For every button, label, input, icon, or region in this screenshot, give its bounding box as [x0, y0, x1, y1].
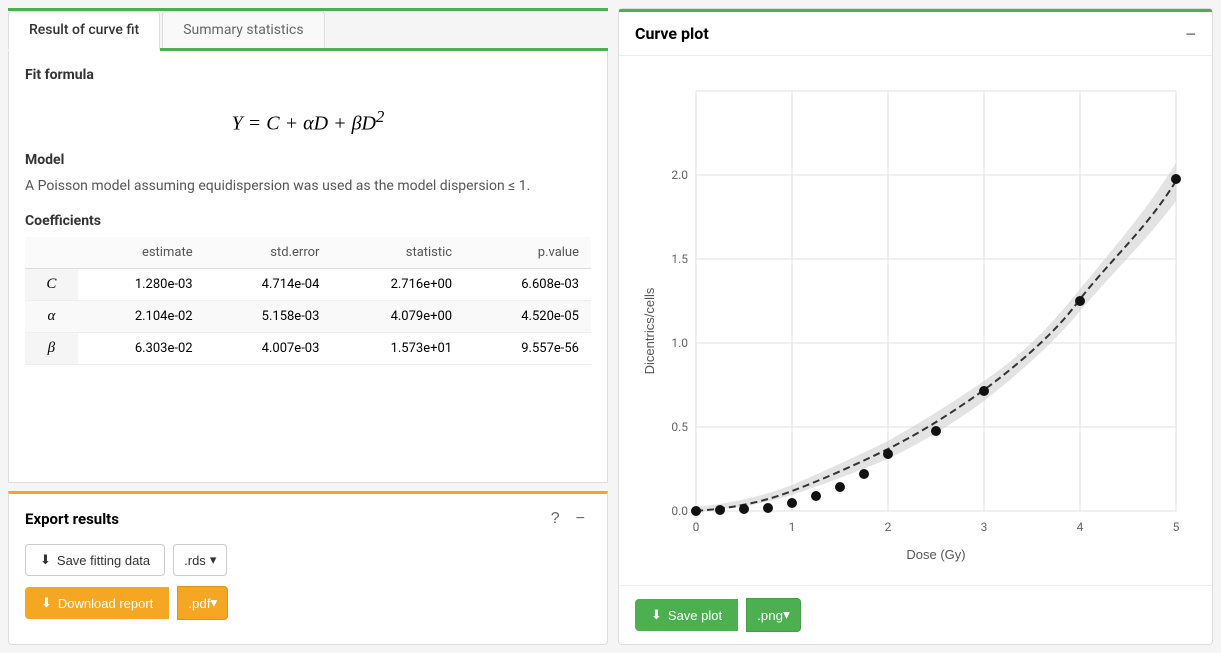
data-point [931, 426, 941, 436]
export-controls: ? − [545, 508, 591, 530]
svg-text:3: 3 [980, 520, 987, 534]
tab-bar: Result of curve fit Summary statistics [8, 11, 608, 51]
svg-text:2: 2 [884, 520, 891, 534]
export-help-button[interactable]: ? [545, 508, 566, 530]
download-report-label: Download report [58, 596, 153, 611]
tab-summary-statistics[interactable]: Summary statistics [162, 11, 324, 48]
coeff-estimate: 6.303e-02 [78, 332, 205, 364]
svg-text:1.0: 1.0 [671, 336, 688, 350]
coeff-pvalue: 6.608e-03 [464, 268, 591, 300]
save-plot-button[interactable]: ⬇ Save plot [635, 599, 738, 631]
coeff-pvalue: 9.557e-56 [464, 332, 591, 364]
curve-plot-title: Curve plot [635, 24, 709, 43]
coeff-statistic: 4.079e+00 [331, 300, 464, 332]
save-plot-label: Save plot [668, 608, 722, 623]
save-format-label: .rds [184, 553, 206, 568]
curve-plot-minimize-button[interactable]: − [1185, 25, 1196, 43]
data-point [979, 386, 989, 396]
model-description: A Poisson model assuming equidispersion … [25, 176, 591, 197]
svg-text:2.0: 2.0 [671, 168, 688, 182]
export-minimize-button[interactable]: − [570, 508, 591, 530]
data-point [715, 505, 725, 515]
coeff-label: β [25, 332, 78, 364]
data-point [883, 449, 893, 459]
formula-display: Y = C + αD + βD2 [25, 91, 591, 152]
fit-formula-title: Fit formula [25, 67, 591, 83]
col-header-estimate: estimate [78, 237, 205, 269]
coeff-pvalue: 4.520e-05 [464, 300, 591, 332]
coefficients-table: estimate std.error statistic p.value C 1… [25, 237, 591, 365]
svg-text:0.5: 0.5 [671, 420, 688, 434]
download-icon-plot: ⬇ [651, 607, 662, 623]
tab-result-curve-fit[interactable]: Result of curve fit [8, 11, 160, 51]
model-title: Model [25, 152, 591, 168]
curve-plot-header: Curve plot − [619, 12, 1212, 56]
data-point [1075, 296, 1085, 306]
data-point [811, 491, 821, 501]
svg-text:1: 1 [788, 520, 795, 534]
coeff-std-error: 4.714e-04 [205, 268, 332, 300]
coeff-estimate: 1.280e-03 [78, 268, 205, 300]
save-fitting-label: Save fitting data [57, 553, 150, 568]
download-format-label: .pdf [188, 596, 210, 611]
table-row: α 2.104e-02 5.158e-03 4.079e+00 4.520e-0… [25, 300, 591, 332]
coeff-estimate: 2.104e-02 [78, 300, 205, 332]
data-point [691, 506, 701, 516]
curve-chart: Dicentrics/cells 0.0 0.5 1.0 1.5 2.0 [636, 71, 1196, 571]
coeff-statistic: 2.716e+00 [331, 268, 464, 300]
svg-text:1.5: 1.5 [671, 252, 688, 266]
export-panel: Export results ? − ⬇ Save fitting data .… [8, 491, 608, 645]
curve-plot-panel: Curve plot − Dicentrics/cells 0.0 0. [618, 8, 1213, 645]
download-report-button[interactable]: ⬇ Download report [25, 587, 169, 619]
col-header-pvalue: p.value [464, 237, 591, 269]
save-format-dropdown[interactable]: .rds ▾ [173, 544, 227, 576]
table-row: β 6.303e-02 4.007e-03 1.573e+01 9.557e-5… [25, 332, 591, 364]
chart-bottom-bar: ⬇ Save plot .png ▾ [619, 585, 1212, 644]
download-format-dropdown[interactable]: .pdf ▾ [177, 586, 228, 620]
svg-text:Dose (Gy): Dose (Gy) [906, 547, 965, 562]
col-header-label [25, 237, 78, 269]
data-point [763, 503, 773, 513]
coeff-std-error: 4.007e-03 [205, 332, 332, 364]
svg-text:5: 5 [1172, 520, 1179, 534]
save-plot-format-label: .png [757, 608, 783, 623]
data-point [835, 482, 845, 492]
save-fitting-button[interactable]: ⬇ Save fitting data [25, 544, 165, 576]
export-title: Export results [25, 510, 119, 528]
chart-area: Dicentrics/cells 0.0 0.5 1.0 1.5 2.0 [619, 56, 1212, 585]
coeff-label: α [25, 300, 78, 332]
svg-text:0: 0 [692, 520, 699, 534]
coeff-label: C [25, 268, 78, 300]
svg-text:0.0: 0.0 [671, 504, 688, 518]
export-header: Export results ? − [25, 508, 591, 530]
data-point [859, 469, 869, 479]
coefficients-title: Coefficients [25, 213, 591, 229]
download-report-row: ⬇ Download report .pdf ▾ [25, 586, 591, 620]
svg-text:4: 4 [1076, 520, 1083, 534]
col-header-statistic: statistic [331, 237, 464, 269]
download-icon: ⬇ [40, 552, 51, 568]
coeff-std-error: 5.158e-03 [205, 300, 332, 332]
results-card: Fit formula Y = C + αD + βD2 Model A Poi… [8, 51, 608, 483]
svg-text:Dicentrics/cells: Dicentrics/cells [642, 287, 657, 374]
data-point [739, 504, 749, 514]
table-row: C 1.280e-03 4.714e-04 2.716e+00 6.608e-0… [25, 268, 591, 300]
chevron-down-icon: ▾ [210, 552, 217, 568]
coeff-statistic: 1.573e+01 [331, 332, 464, 364]
save-fitting-row: ⬇ Save fitting data .rds ▾ [25, 544, 591, 576]
save-plot-format-dropdown[interactable]: .png ▾ [746, 598, 801, 632]
data-point [787, 498, 797, 508]
chevron-down-icon-plot: ▾ [783, 607, 790, 623]
chevron-down-icon-2: ▾ [211, 595, 218, 611]
download-icon-2: ⬇ [41, 595, 52, 611]
col-header-std-error: std.error [205, 237, 332, 269]
data-point [1171, 174, 1181, 184]
